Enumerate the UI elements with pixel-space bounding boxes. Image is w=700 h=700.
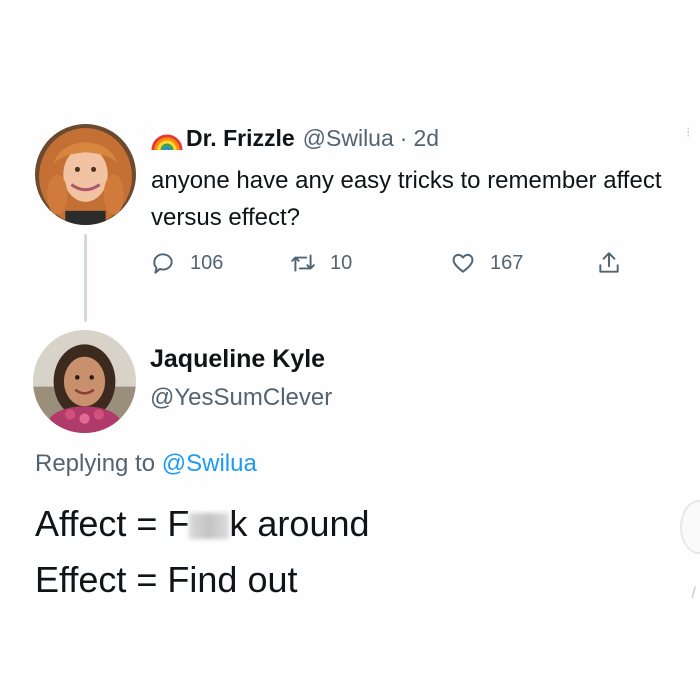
reply-line-1: Affect = F k around (35, 496, 370, 552)
thread-line (84, 234, 87, 322)
tweet-actions: 106 10 167 (150, 250, 640, 286)
reply-author-handle[interactable]: @YesSumClever (150, 384, 332, 412)
heart-icon (452, 253, 474, 273)
retweet-count: 10 (330, 251, 353, 274)
avatar-photo (33, 330, 136, 433)
author-name[interactable]: Dr. Frizzle (186, 125, 295, 152)
replying-to: Replying to @Swilua (35, 450, 257, 478)
edge-artifact (680, 500, 700, 554)
reply-count: 106 (190, 251, 224, 274)
like-count: 167 (490, 251, 524, 274)
edge-artifact: ⁝ (686, 124, 691, 140)
separator-dot: · (399, 124, 408, 151)
replying-prefix: Replying to (35, 450, 156, 477)
reply-icon (153, 253, 173, 274)
author-handle[interactable]: @Swilua (303, 125, 394, 152)
avatar-photo (35, 124, 136, 225)
reply-line-1-end: k around (229, 503, 370, 544)
tweet-time[interactable]: 2d (413, 125, 439, 152)
edge-artifact: / (691, 585, 696, 602)
share-icon (599, 252, 619, 273)
avatar[interactable] (33, 330, 136, 433)
tweet-header: Dr. Frizzle @Swilua · 2d (150, 122, 439, 154)
censor-blur (189, 513, 230, 539)
screenshot-canvas: Dr. Frizzle @Swilua · 2d anyone have any… (0, 0, 700, 700)
reply-author-name[interactable]: Jaqueline Kyle (150, 345, 325, 374)
reply-line-1-start: Affect = F (35, 503, 190, 544)
retweet-icon (291, 254, 315, 272)
avatar[interactable] (35, 124, 136, 225)
reply-button[interactable]: 106 (150, 250, 223, 276)
replying-mention[interactable]: @Swilua (162, 450, 257, 477)
rainbow-icon (151, 134, 183, 151)
reply-line-2: Effect = Find out (35, 559, 298, 600)
like-button[interactable]: 167 (450, 250, 523, 276)
retweet-button[interactable]: 10 (290, 250, 352, 276)
tweet-text: anyone have any easy tricks to remember … (151, 167, 662, 231)
reply-text: Affect = F k around Effect = Find out (35, 496, 370, 608)
share-button[interactable] (596, 250, 622, 276)
